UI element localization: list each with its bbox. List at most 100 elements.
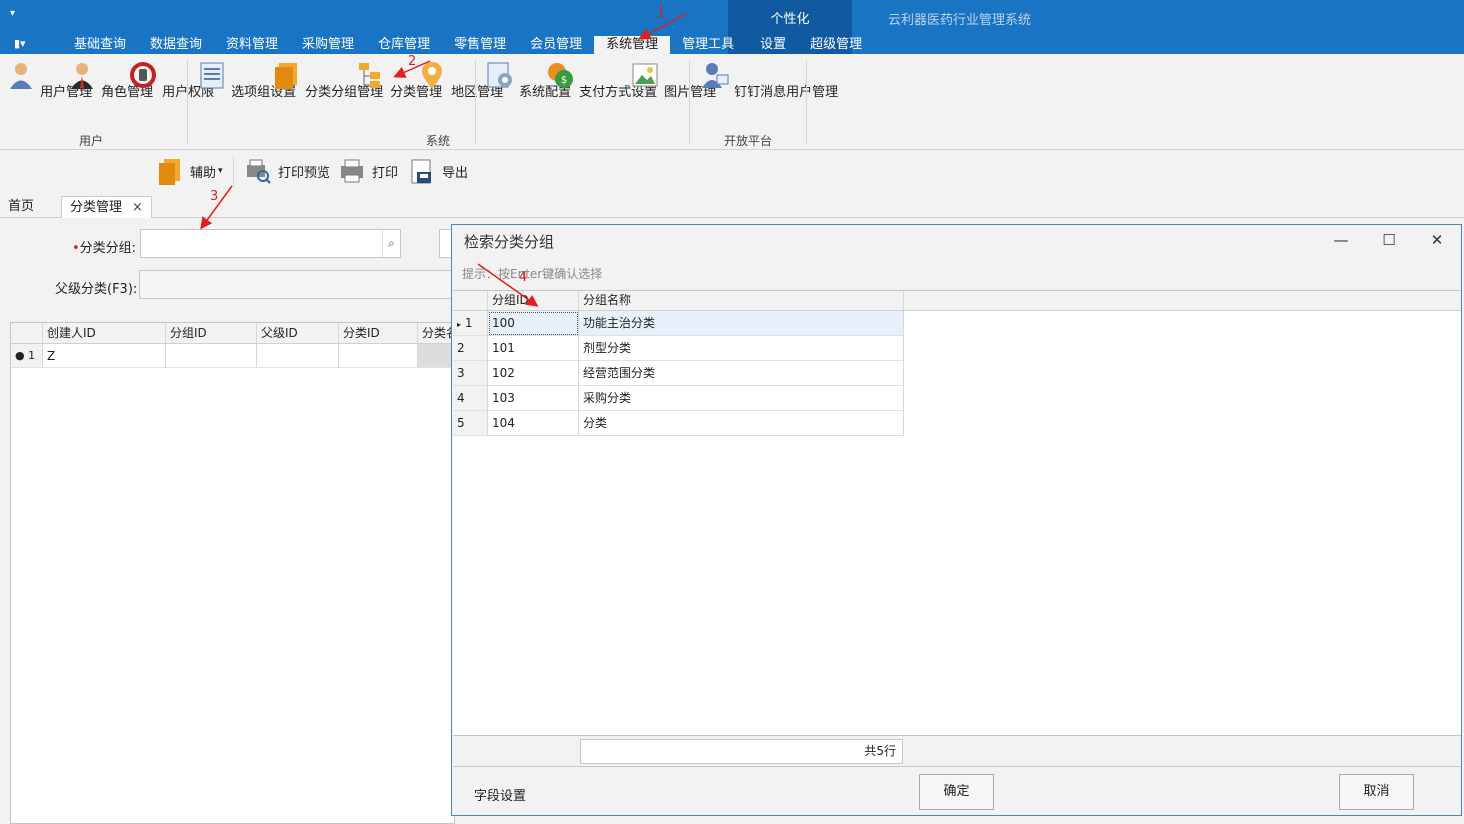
close-icon[interactable]: ✕ <box>1425 229 1449 251</box>
tab-data-query[interactable]: 数据查询 <box>138 36 214 54</box>
dingtalk-user-label: 钉钉消息用户管理 <box>734 85 839 100</box>
assist-dropdown-button[interactable]: 辅助 ▾ <box>156 157 223 185</box>
user-icon <box>10 63 32 89</box>
group-id-cell[interactable]: 102 <box>488 361 579 386</box>
export-save-icon <box>411 159 431 184</box>
tab-retail[interactable]: 零售管理 <box>442 36 518 54</box>
row-number: 5 <box>453 411 488 436</box>
tab-system[interactable]: 系统管理 <box>594 36 671 56</box>
app-menu-button[interactable]: ▮▾ <box>14 37 26 50</box>
column-header[interactable]: 分类ID <box>339 323 418 343</box>
tab-data-mgmt[interactable]: 资料管理 <box>214 36 290 54</box>
dialog-title: 检索分类分组 <box>464 233 555 251</box>
export-button[interactable]: 导出 <box>408 157 468 185</box>
table-row[interactable]: ▸ 1 100 功能主治分类 <box>453 311 904 336</box>
table-row[interactable]: 2 101 剂型分类 <box>453 336 904 361</box>
row-number: 4 <box>453 386 488 411</box>
tab-member[interactable]: 会员管理 <box>518 36 594 54</box>
grid-cell[interactable] <box>166 344 257 367</box>
ok-button[interactable]: 确定 <box>919 774 994 810</box>
row-number: ▸ 1 <box>453 311 488 336</box>
grid-cell[interactable] <box>418 344 454 367</box>
chevron-down-icon: ▾ <box>218 166 223 176</box>
search-category-group-dialog: 检索分类分组 — ☐ ✕ 提示：按Enter键确认选择 分组ID 分组名称 ▸ … <box>451 224 1462 816</box>
annotation-label: 3 <box>210 189 219 204</box>
new-row-icon: ● <box>15 349 25 362</box>
dingtalk-user-button[interactable]: 钉钉消息用户管理 <box>700 60 838 100</box>
tab-home[interactable]: 首页 <box>0 196 42 218</box>
tab-warehouse[interactable]: 仓库管理 <box>366 36 442 54</box>
assist-label: 辅助 <box>190 165 217 181</box>
ribbon-titlebar: ▾ ▮▾ 个性化 云利器医药行业管理系统 基础查询 数据查询 资料管理 采购管理… <box>0 0 1464 56</box>
row-indicator-header <box>11 323 43 343</box>
category-group-label-text: 分类分组: <box>79 241 137 256</box>
parent-category-label: 父级分类(F3): <box>55 282 138 297</box>
current-row-icon: ▸ <box>457 320 462 329</box>
group-id-cell[interactable]: 103 <box>488 386 579 411</box>
print-preview-icon <box>247 159 271 184</box>
table-row[interactable]: 4 103 采购分类 <box>453 386 904 411</box>
toolbar-separator <box>233 157 234 187</box>
column-header-group-name[interactable]: 分组名称 <box>579 291 904 310</box>
dialog-hint: 提示：按Enter键确认选择 <box>462 267 603 281</box>
field-settings-link[interactable]: 字段设置 <box>474 785 526 804</box>
group-open-label: 开放平台 <box>724 134 773 148</box>
group-id-cell[interactable]: 100 <box>488 311 579 336</box>
group-id-cell[interactable]: 104 <box>488 411 579 436</box>
group-name-cell[interactable]: 经营范围分类 <box>579 361 904 386</box>
grid-cell[interactable] <box>339 344 418 367</box>
print-label: 打印 <box>372 165 399 181</box>
category-group-input[interactable]: ⌕ <box>140 229 401 258</box>
column-header[interactable]: 分组ID <box>166 323 257 343</box>
annotation-label: 2 <box>408 54 417 69</box>
row-count: 共5行 <box>580 739 903 764</box>
ribbon-tabs: 基础查询 数据查询 资料管理 采购管理 仓库管理 零售管理 会员管理 系统管理 … <box>62 36 874 56</box>
table-row[interactable]: 3 102 经营范围分类 <box>453 361 904 386</box>
search-icon[interactable]: ⌕ <box>382 230 400 257</box>
printer-icon <box>341 159 363 183</box>
group-separator <box>475 60 476 144</box>
print-preview-button[interactable]: 打印预览 <box>244 157 330 185</box>
quick-access-dropdown-icon[interactable]: ▾ <box>10 8 15 19</box>
tab-settings[interactable]: 设置 <box>748 36 798 54</box>
maximize-icon[interactable]: ☐ <box>1377 229 1401 251</box>
close-icon[interactable]: × <box>132 200 143 215</box>
table-row[interactable]: 5 104 分类 <box>453 411 904 436</box>
group-separator <box>689 60 690 144</box>
cancel-button[interactable]: 取消 <box>1339 774 1414 810</box>
group-separator <box>806 60 807 144</box>
table-row[interactable]: ● 1 Z <box>11 344 454 368</box>
row-number: 2 <box>453 336 488 361</box>
row-number: 3 <box>453 361 488 386</box>
group-id-cell[interactable]: 101 <box>488 336 579 361</box>
required-marker: • <box>72 241 80 256</box>
annotation-label: 1 <box>657 6 666 21</box>
annotation-label: 4 <box>519 270 528 285</box>
minimize-icon[interactable]: — <box>1329 229 1353 251</box>
tab-purchase[interactable]: 采购管理 <box>290 36 366 54</box>
group-name-cell[interactable]: 采购分类 <box>579 386 904 411</box>
permission-hand-icon <box>130 62 156 88</box>
group-name-cell[interactable]: 剂型分类 <box>579 336 904 361</box>
grid-cell[interactable] <box>257 344 339 367</box>
group-system-label: 系统 <box>426 134 451 148</box>
tab-tools[interactable]: 管理工具 <box>670 36 746 54</box>
group-name-cell[interactable]: 功能主治分类 <box>579 311 904 336</box>
print-button[interactable]: 打印 <box>338 157 398 185</box>
group-name-cell[interactable]: 分类 <box>579 411 904 436</box>
column-header[interactable]: 父级ID <box>257 323 339 343</box>
column-header[interactable]: 创建人ID <box>43 323 166 343</box>
tab-category-mgmt-label: 分类管理 <box>70 200 123 215</box>
column-header[interactable]: 分类名 <box>418 323 454 343</box>
column-header-group-id[interactable]: 分组ID <box>488 291 579 310</box>
folder-stack-icon <box>275 63 297 89</box>
tab-basic-query[interactable]: 基础查询 <box>62 36 138 54</box>
folder-stack-icon <box>159 159 180 185</box>
tab-category-mgmt[interactable]: 分类管理 × <box>61 196 152 218</box>
parent-category-input[interactable] <box>139 270 453 299</box>
grid-cell[interactable]: Z <box>43 344 166 367</box>
picture-icon <box>632 63 658 87</box>
tab-super-admin[interactable]: 超级管理 <box>798 36 874 54</box>
export-label: 导出 <box>442 165 469 181</box>
option-list-icon <box>200 62 224 89</box>
